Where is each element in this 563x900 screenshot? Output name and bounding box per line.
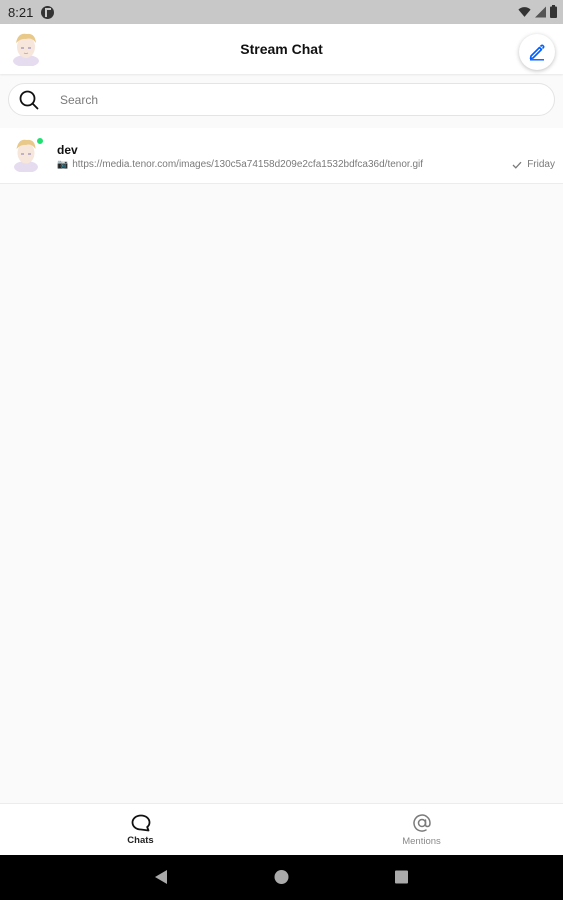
channel-list-item[interactable]: dev 📷 https://media.tenor.com/images/130… bbox=[0, 128, 563, 184]
status-icons bbox=[518, 5, 557, 18]
notification-icon bbox=[41, 5, 55, 19]
new-chat-button[interactable] bbox=[519, 34, 555, 70]
status-bar: 8:21 bbox=[0, 0, 563, 24]
tab-chats[interactable]: Chats bbox=[0, 804, 281, 856]
online-indicator bbox=[36, 137, 44, 145]
signal-icon bbox=[535, 6, 546, 17]
tab-mentions-label: Mentions bbox=[402, 836, 441, 847]
tab-chats-label: Chats bbox=[127, 835, 154, 846]
wifi-icon bbox=[518, 6, 531, 17]
back-icon[interactable] bbox=[154, 869, 168, 885]
pencil-icon bbox=[529, 44, 545, 61]
camera-icon: 📷 bbox=[57, 159, 69, 169]
channel-name: dev bbox=[57, 143, 78, 157]
checkmark-icon bbox=[512, 161, 522, 169]
bottom-navigation: Chats Mentions bbox=[0, 803, 563, 855]
battery-icon bbox=[550, 5, 557, 18]
search-icon bbox=[19, 90, 39, 109]
search-bar[interactable] bbox=[8, 83, 555, 116]
page-title: Stream Chat bbox=[240, 41, 323, 57]
search-input[interactable] bbox=[60, 92, 500, 107]
message-preview: 📷 https://media.tenor.com/images/130c5a7… bbox=[57, 159, 487, 170]
tab-mentions[interactable]: Mentions bbox=[281, 804, 562, 856]
message-meta: Friday bbox=[512, 159, 555, 170]
message-timestamp: Friday bbox=[527, 159, 555, 170]
status-time: 8:21 bbox=[8, 4, 34, 20]
message-preview-text: https://media.tenor.com/images/130c5a741… bbox=[72, 159, 424, 170]
at-sign-icon bbox=[412, 814, 431, 832]
chat-bubble-icon bbox=[131, 814, 150, 832]
system-navigation-bar bbox=[0, 855, 563, 900]
home-icon[interactable] bbox=[274, 869, 289, 885]
recents-icon[interactable] bbox=[394, 869, 409, 885]
app-header: Stream Chat bbox=[0, 24, 563, 74]
